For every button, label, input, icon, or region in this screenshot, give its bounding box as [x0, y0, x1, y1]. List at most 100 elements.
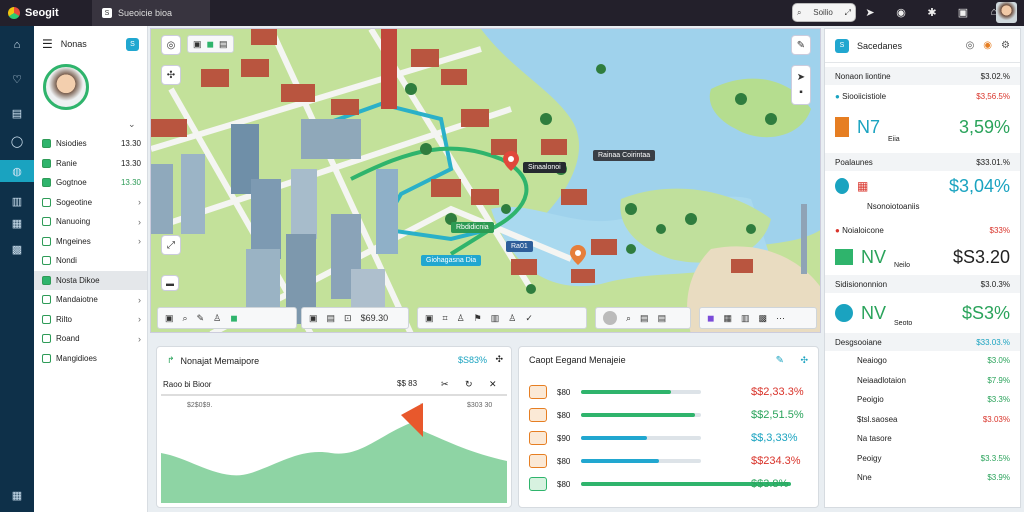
progress-row[interactable]: $80 $$2,33.3%	[529, 383, 809, 401]
tag-icon[interactable]: ⌗	[443, 313, 448, 324]
mark-icon[interactable]: ✓	[525, 313, 533, 324]
edit-icon[interactable]: ✎	[776, 355, 784, 366]
ruler-icon[interactable]: ▥	[491, 313, 500, 324]
search-box[interactable]: ⌕ Soilio ⤢	[792, 3, 856, 22]
city-map[interactable]: ◎ ▣ ◼ ▤ ✣ ⤢ ✎ ➤ ▪ ▬ Rainaa Coirintaa Sina…	[150, 28, 821, 333]
settings-panel-icon[interactable]: ⚙	[1001, 40, 1010, 51]
camera-panel-icon[interactable]: ◎	[966, 40, 975, 51]
home-icon[interactable]: ⌂	[0, 34, 34, 56]
info-icon[interactable]: ▣	[165, 313, 174, 324]
camera-icon[interactable]: ▣	[955, 4, 971, 20]
close-icon[interactable]: ✕	[489, 379, 497, 390]
sidebar-item[interactable]: Roand ›	[34, 329, 147, 349]
sidebar-item[interactable]: Nsiodies 13.30	[34, 134, 147, 154]
menu-icon[interactable]: ☰	[42, 37, 53, 51]
sidebar-item[interactable]: Ranie 13.30	[34, 154, 147, 174]
profile-avatar[interactable]	[43, 64, 89, 110]
people-icon[interactable]: ♙	[457, 313, 465, 324]
sidebar-item[interactable]: Gogtnoe 13.30	[34, 173, 147, 193]
draw-icon[interactable]: ▤	[658, 313, 667, 324]
sidebar-item[interactable]: Rilto ›	[34, 310, 147, 330]
building-icon[interactable]: ▦	[0, 484, 34, 506]
sidebar-item[interactable]: Nosta Dikoe	[34, 270, 147, 290]
chevron-down-icon[interactable]: ⌄	[128, 119, 136, 130]
sidebar-item[interactable]: Mandaiotne ›	[34, 290, 147, 310]
user-thumb-icon[interactable]	[603, 311, 617, 325]
stat-row-2[interactable]: Nsonoiotoaniis	[825, 197, 1020, 215]
progress-row[interactable]: $90 $$,3,33%	[529, 429, 809, 447]
map-pin-red[interactable]	[503, 151, 519, 171]
details-list-item[interactable]: Neaiogo $3.0%	[825, 351, 1020, 371]
lock-icon[interactable]: ▤	[640, 313, 649, 324]
stat-big-1[interactable]: N7 Eiia 3,59%	[825, 105, 1020, 149]
location-button[interactable]: ◎	[161, 35, 181, 55]
compass-icon[interactable]: ✣	[161, 65, 181, 85]
layer-list-icon[interactable]: ▤	[219, 39, 228, 50]
details-list-item[interactable]: Neiaadlotaion $7.9%	[825, 371, 1020, 391]
details-list-item[interactable]: Nne $3.9%	[825, 468, 1020, 488]
fullscreen-icon[interactable]: ⤢	[161, 235, 181, 255]
layer-photo-icon[interactable]: ▣	[193, 39, 202, 50]
map-tooltip-4[interactable]: Ra01	[506, 241, 533, 252]
edit-map-button[interactable]: ✎	[791, 35, 811, 55]
layer-green-icon[interactable]: ◼	[207, 39, 214, 50]
progress-row[interactable]: $80 $$234.3%	[529, 452, 809, 470]
flag-icon[interactable]: ⚑	[474, 313, 482, 324]
settings-icon[interactable]: ✱	[924, 4, 940, 20]
details-list-item[interactable]: Na tasore	[825, 429, 1020, 449]
sidebar-item[interactable]: Mngeines ›	[34, 232, 147, 252]
alert-panel-icon[interactable]: ◉	[983, 40, 992, 51]
car-icon[interactable]: ▬	[161, 275, 179, 291]
details-list-item[interactable]: Peoigio $3.3%	[825, 390, 1020, 410]
trash-icon[interactable]: ▣	[425, 313, 434, 324]
brand[interactable]: Seogit	[0, 7, 90, 19]
map-pin-orange[interactable]	[570, 245, 586, 265]
sidebar-item[interactable]: Nondi	[34, 251, 147, 271]
map-icon[interactable]: ◍	[0, 160, 34, 182]
layer-purple-icon[interactable]: ◼	[707, 313, 714, 324]
chart-map-icon[interactable]: ▩	[759, 313, 768, 324]
filter-icon[interactable]: ▤	[327, 313, 336, 324]
stat-row-1[interactable]: ● Siooiicistiole $3,56.5%	[825, 87, 1020, 105]
pen-icon[interactable]: ✎	[197, 313, 205, 324]
zoom-control[interactable]: ➤ ▪	[791, 65, 811, 105]
grid-map-icon[interactable]: ▦	[723, 313, 732, 324]
stat-big-3[interactable]: NV Neilo $S3.20	[825, 239, 1020, 275]
map-tooltip-1[interactable]: Rainaa Coirintaa	[593, 150, 656, 161]
stat-row-3[interactable]: ● Noialoicone $33%	[825, 221, 1020, 239]
details-list-item[interactable]: Peoigy $3.3.5%	[825, 449, 1020, 469]
progress-row[interactable]: $80 $$3.8%	[529, 475, 809, 493]
zoom-in-icon[interactable]: ⌕	[626, 313, 631, 324]
options-icon[interactable]: ✣	[495, 354, 503, 365]
file-icon[interactable]: ▥	[0, 190, 34, 212]
zoom-out-icon[interactable]: ▪	[799, 87, 803, 98]
share-icon[interactable]: ◼	[230, 313, 237, 324]
search-map-icon[interactable]: ⌕	[183, 313, 188, 324]
sidebar-badge-icon[interactable]: S	[126, 37, 139, 51]
person-icon[interactable]: ♙	[213, 313, 221, 324]
table-map-icon[interactable]: ▥	[741, 313, 750, 324]
sidebar-item[interactable]: Nanuoing ›	[34, 212, 147, 232]
send-icon[interactable]: ➤	[862, 4, 878, 20]
table-icon[interactable]: ▩	[0, 238, 34, 260]
sidebar-item[interactable]: Sogeotine ›	[34, 193, 147, 213]
heart-icon[interactable]: ♡	[0, 68, 34, 90]
expand-card-icon[interactable]: ✣	[800, 355, 808, 366]
refresh-icon[interactable]: ↻	[465, 379, 473, 390]
more-map-icon[interactable]: ⋯	[776, 313, 785, 324]
stat-big-4[interactable]: NV Seoto $S3%	[825, 293, 1020, 333]
map-tooltip-3[interactable]: Rbdidicnia	[451, 222, 494, 233]
globe-icon[interactable]: ◯	[0, 130, 34, 152]
navigate-icon[interactable]: ➤	[797, 72, 805, 83]
image-icon[interactable]: ▣	[309, 313, 318, 324]
notification-icon[interactable]: ◉	[893, 4, 909, 20]
map-tooltip-2[interactable]: Sinaalonoi	[523, 162, 566, 173]
lamp-icon[interactable]: ♙	[508, 313, 516, 324]
document-icon[interactable]: ▤	[0, 102, 34, 124]
map-tooltip-5[interactable]: Giohagasna Dia	[421, 255, 482, 266]
progress-row[interactable]: $80 $$2,51.5%	[529, 406, 809, 424]
user-avatar[interactable]	[996, 2, 1017, 23]
app-tab[interactable]: S Sueoicie bioa	[92, 0, 210, 26]
tool-icon[interactable]: ✂	[441, 379, 449, 390]
details-list-item[interactable]: $tsl.saosea $3.03%	[825, 410, 1020, 430]
